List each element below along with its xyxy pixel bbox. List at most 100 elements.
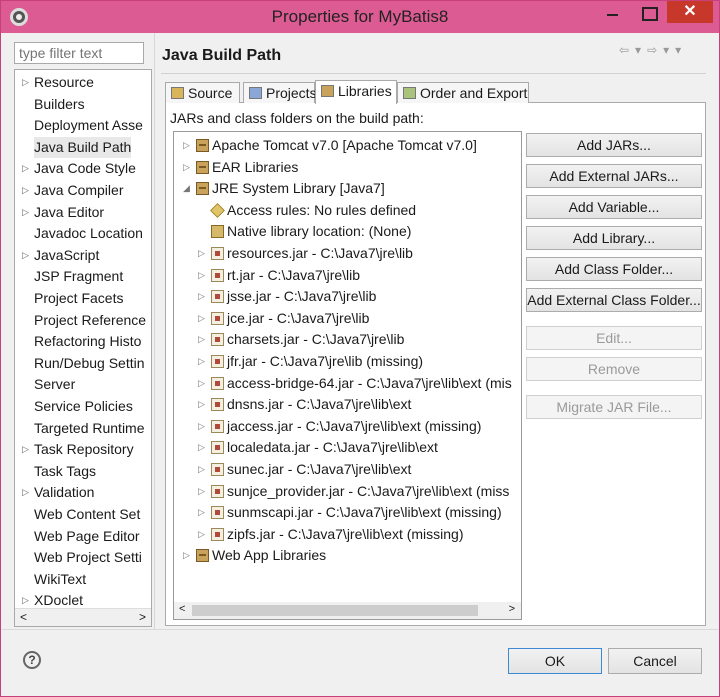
expand-arrow-icon[interactable]: ▷ (22, 439, 29, 460)
expand-arrow-icon[interactable]: ▷ (22, 72, 29, 93)
nav-item[interactable]: ▷ Java Code Style (15, 158, 149, 179)
nav-item[interactable]: Targeted Runtime (15, 418, 149, 439)
expand-arrow-icon[interactable]: ▷ (22, 180, 29, 201)
history-navigation[interactable]: ⇦▾⇨▾▾ (619, 43, 687, 57)
tree-row[interactable]: ▷ jce.jar - C:\Java7\jre\lib (174, 308, 521, 329)
tree-expander-icon[interactable]: ▷ (183, 135, 190, 156)
nav-item[interactable]: Java Build Path (15, 136, 149, 158)
help-icon[interactable]: ? (23, 651, 41, 669)
nav-item[interactable]: ▷ JavaScript (15, 245, 149, 266)
tree-expander-icon[interactable]: ▷ (198, 243, 205, 264)
panel-divider[interactable] (154, 33, 155, 629)
migrate-jar-file-button[interactable]: Migrate JAR File... (526, 395, 702, 419)
filter-input[interactable] (14, 42, 144, 64)
tree-expander-icon[interactable]: ▷ (198, 308, 205, 329)
tree-row[interactable]: ▷ sunmscapi.jar - C:\Java7\jre\lib\ext (m… (174, 502, 521, 523)
tree-row[interactable]: Access rules: No rules defined (174, 200, 521, 221)
tree-row[interactable]: ▷ resources.jar - C:\Java7\jre\lib (174, 243, 521, 264)
tree-expander-icon[interactable]: ▷ (198, 265, 205, 286)
minimize-button[interactable] (595, 1, 629, 23)
nav-item[interactable]: Refactoring Histo (15, 331, 149, 352)
tree-row[interactable]: ▷ jfr.jar - C:\Java7\jre\lib (missing) (174, 351, 521, 372)
tree-expander-icon[interactable]: ▷ (198, 459, 205, 480)
nav-item[interactable]: Service Policies (15, 396, 149, 417)
close-button[interactable]: ✕ (667, 1, 713, 23)
add-external-jars-button[interactable]: Add External JARs... (526, 164, 702, 188)
add-class-folder-button[interactable]: Add Class Folder... (526, 257, 702, 281)
tree-row[interactable]: ▷ localedata.jar - C:\Java7\jre\lib\ext (174, 437, 521, 458)
tree-expander-icon[interactable]: ▷ (198, 394, 205, 415)
add-variable-button[interactable]: Add Variable... (526, 195, 702, 219)
add-jars-button[interactable]: Add JARs... (526, 133, 702, 157)
tree-expander-icon[interactable]: ▷ (198, 502, 205, 523)
add-library-button[interactable]: Add Library... (526, 226, 702, 250)
expand-arrow-icon[interactable]: ▷ (22, 158, 29, 179)
tree-expander-icon[interactable]: ▷ (198, 351, 205, 372)
scrollbar-thumb[interactable] (192, 605, 478, 616)
tab-source[interactable]: Source (165, 82, 240, 103)
tree-row[interactable]: ▷ access-bridge-64.jar - C:\Java7\jre\lib… (174, 373, 521, 394)
nav-item[interactable]: ▷ Java Compiler (15, 180, 149, 201)
tree-expander-icon[interactable]: ▷ (198, 481, 205, 502)
nav-item[interactable]: Web Content Set (15, 504, 149, 525)
nav-item[interactable]: ▷ Task Repository (15, 439, 149, 460)
scroll-left-icon[interactable]: < (179, 603, 185, 615)
nav-horizontal-scrollbar[interactable]: < > (15, 608, 151, 626)
nav-item[interactable]: Web Project Setti (15, 547, 149, 568)
tree-row[interactable]: ▷ dnsns.jar - C:\Java7\jre\lib\ext (174, 394, 521, 415)
tree-expander-icon[interactable]: ▷ (198, 373, 205, 394)
scroll-right-icon[interactable]: > (509, 603, 515, 615)
nav-item[interactable]: Deployment Asse (15, 115, 149, 136)
tree-expander-icon[interactable]: ▷ (183, 157, 190, 178)
tree-row[interactable]: ▷ sunec.jar - C:\Java7\jre\lib\ext (174, 459, 521, 480)
nav-item[interactable]: Project Reference (15, 310, 149, 331)
tree-row[interactable]: ▷ Apache Tomcat v7.0 [Apache Tomcat v7.0] (174, 135, 521, 156)
cancel-button[interactable]: Cancel (608, 648, 702, 674)
tree-expander-icon[interactable]: ▷ (198, 416, 205, 437)
tree-row[interactable]: ▷ rt.jar - C:\Java7\jre\lib (174, 265, 521, 286)
nav-item[interactable]: WikiText (15, 569, 149, 590)
expand-arrow-icon[interactable]: ▷ (22, 482, 29, 503)
scroll-left-icon[interactable]: < (20, 610, 27, 624)
tree-expander-icon[interactable]: ▷ (198, 437, 205, 458)
nav-item[interactable]: Javadoc Location (15, 223, 149, 244)
tree-row[interactable]: Native library location: (None) (174, 221, 521, 242)
ok-button[interactable]: OK (508, 648, 602, 674)
nav-item[interactable]: ▷ Validation (15, 482, 149, 503)
tree-expander-icon[interactable]: ◢ (183, 178, 190, 199)
nav-item[interactable]: Run/Debug Settin (15, 353, 149, 374)
nav-item[interactable]: JSP Fragment (15, 266, 149, 287)
edit-button[interactable]: Edit... (526, 326, 702, 350)
expand-arrow-icon[interactable]: ▷ (22, 202, 29, 223)
remove-button[interactable]: Remove (526, 357, 702, 381)
nav-item[interactable]: ▷ Java Editor (15, 202, 149, 223)
tab-libraries[interactable]: Libraries (315, 80, 397, 104)
tab-order-and-export[interactable]: Order and Export (397, 82, 529, 103)
tree-row[interactable]: ◢ JRE System Library [Java7] (174, 178, 521, 199)
tree-expander-icon[interactable]: ▷ (198, 286, 205, 307)
tree-expander-icon[interactable]: ▷ (198, 524, 205, 545)
nav-item[interactable]: Project Facets (15, 288, 149, 309)
tree-horizontal-scrollbar[interactable]: < > (174, 602, 521, 619)
nav-item[interactable]: Builders (15, 94, 149, 115)
expand-arrow-icon[interactable]: ▷ (22, 245, 29, 266)
scroll-right-icon[interactable]: > (139, 610, 146, 624)
tree-row[interactable]: ▷ Web App Libraries (174, 545, 521, 566)
tree-expander-icon[interactable]: ▷ (198, 329, 205, 350)
nav-item[interactable]: Web Page Editor (15, 526, 149, 547)
tab-projects[interactable]: Projects (243, 82, 317, 103)
tree-row[interactable]: ▷ sunjce_provider.jar - C:\Java7\jre\lib\… (174, 481, 521, 502)
add-external-class-folder-button[interactable]: Add External Class Folder... (526, 288, 702, 312)
maximize-button[interactable] (631, 1, 665, 23)
nav-item[interactable]: ▷ Resource (15, 72, 149, 93)
tree-row[interactable]: ▷ jaccess.jar - C:\Java7\jre\lib\ext (mis… (174, 416, 521, 437)
tree-row[interactable]: ▷ EAR Libraries (174, 157, 521, 178)
tree-row[interactable]: ▷ zipfs.jar - C:\Java7\jre\lib\ext (missi… (174, 524, 521, 545)
tree-row[interactable]: ▷ charsets.jar - C:\Java7\jre\lib (174, 329, 521, 350)
nav-item[interactable]: Server (15, 374, 149, 395)
build-path-tree[interactable]: ▷ Web App Libraries ▷ zipfs.jar - C:\Java7\… (173, 131, 522, 620)
title-bar[interactable]: Properties for MyBatis8 ✕ (1, 1, 719, 33)
tree-expander-icon[interactable]: ▷ (183, 545, 190, 566)
nav-item[interactable]: Task Tags (15, 461, 149, 482)
tree-row[interactable]: ▷ jsse.jar - C:\Java7\jre\lib (174, 286, 521, 307)
